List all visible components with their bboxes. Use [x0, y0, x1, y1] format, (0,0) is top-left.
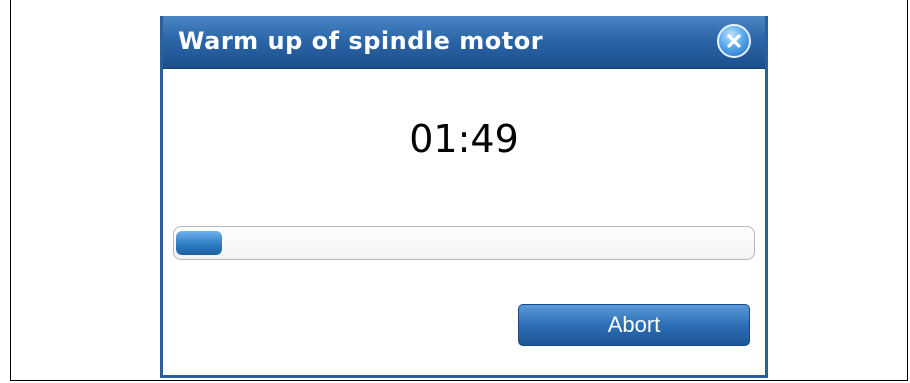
dialog-titlebar: Warm up of spindle motor — [163, 16, 765, 69]
warmup-progress-bar — [173, 226, 755, 260]
warmup-dialog: Warm up of spindle motor 01:49 Abort — [160, 16, 768, 378]
close-button[interactable] — [717, 24, 751, 58]
countdown-timer: 01:49 — [409, 117, 519, 161]
abort-button[interactable]: Abort — [518, 304, 750, 346]
close-icon — [727, 34, 741, 48]
progress-fill — [176, 231, 222, 255]
dialog-title: Warm up of spindle motor — [178, 27, 544, 55]
